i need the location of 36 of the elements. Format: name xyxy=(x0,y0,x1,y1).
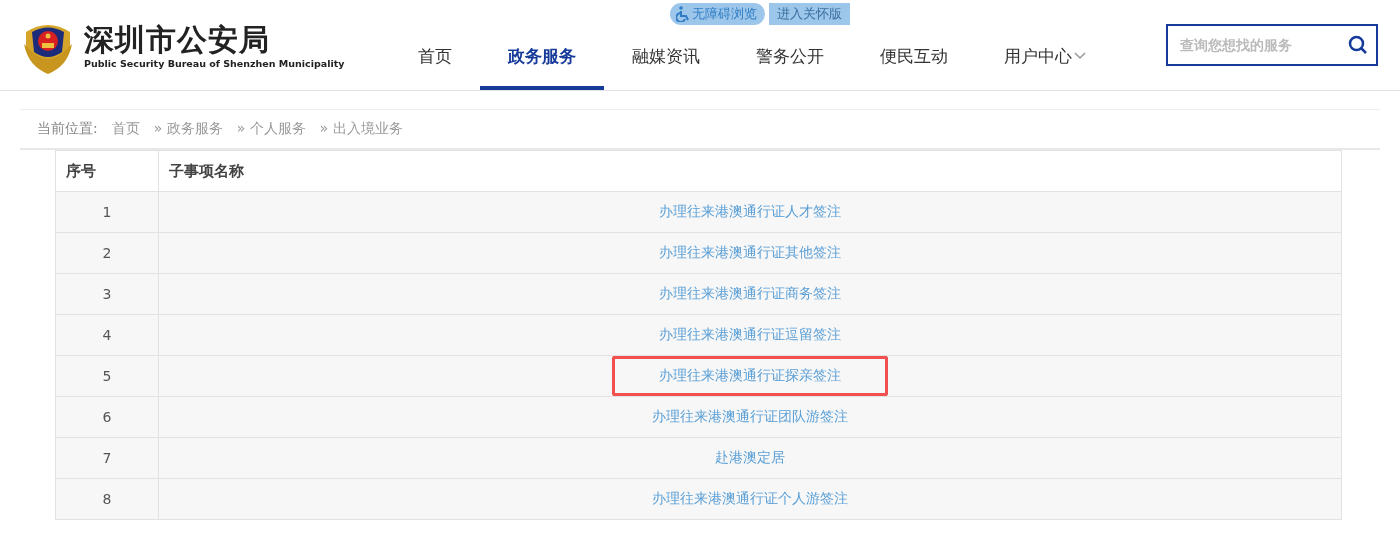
breadcrumb-label: 当前位置: xyxy=(37,120,98,138)
nav-tab[interactable]: 融媒资讯 xyxy=(604,26,728,90)
service-link[interactable]: 办理往来港澳通行证人才签注 xyxy=(659,203,841,221)
nav-tab[interactable]: 警务公开 xyxy=(728,26,852,90)
search-icon[interactable] xyxy=(1348,35,1368,55)
table-cell-text: 2 xyxy=(101,244,113,263)
table-cell-text: 3 xyxy=(101,285,113,304)
nav-tab[interactable]: 政务服务 xyxy=(480,26,604,90)
table-cell-text: 4 xyxy=(101,326,113,345)
service-link[interactable]: 办理往来港澳通行证探亲签注 xyxy=(612,356,888,396)
service-link[interactable]: 办理往来港澳通行证商务签注 xyxy=(659,285,841,303)
table-cell-text: 6 xyxy=(101,408,113,427)
chevron-down-icon xyxy=(1074,52,1086,60)
table-cell-text: 8 xyxy=(101,490,113,509)
service-link[interactable]: 办理往来港澳通行证个人游签注 xyxy=(652,490,848,508)
nav-tab[interactable]: 首页 xyxy=(390,26,480,90)
table-cell-text: 5 xyxy=(101,367,113,386)
breadcrumb-link[interactable]: » 出入境业务 xyxy=(319,120,403,138)
breadcrumb-link[interactable]: » 政务服务 xyxy=(153,120,223,138)
table-cell-text: 7 xyxy=(101,449,113,468)
search-field[interactable]: 查询您想找的服务 xyxy=(1166,24,1378,66)
nav-tab[interactable]: 用户中心 xyxy=(976,26,1114,90)
wheelchair-icon xyxy=(676,6,690,22)
service-link[interactable]: 办理往来港澳通行证其他签注 xyxy=(659,244,841,262)
breadcrumb-link[interactable]: » 个人服务 xyxy=(236,120,306,138)
column-header: 序号 xyxy=(65,160,97,182)
service-link[interactable]: 办理往来港澳通行证逗留签注 xyxy=(659,326,841,344)
table-cell-text: 1 xyxy=(101,203,113,222)
breadcrumb-link[interactable]: 首页 xyxy=(111,120,140,138)
nav-tab[interactable]: 便民互动 xyxy=(852,26,976,90)
service-link[interactable]: 赴港澳定居 xyxy=(715,449,785,467)
site-subtitle: Public Security Bureau of Shenzhen Municipality xyxy=(84,57,345,69)
care-version-link[interactable]: 进入关怀版 xyxy=(769,3,850,25)
accessible-browse-link[interactable]: 无障碍浏览 xyxy=(670,3,765,25)
service-link[interactable]: 办理往来港澳通行证团队游签注 xyxy=(652,408,848,426)
site-title: 深圳市公安局 xyxy=(84,21,271,58)
